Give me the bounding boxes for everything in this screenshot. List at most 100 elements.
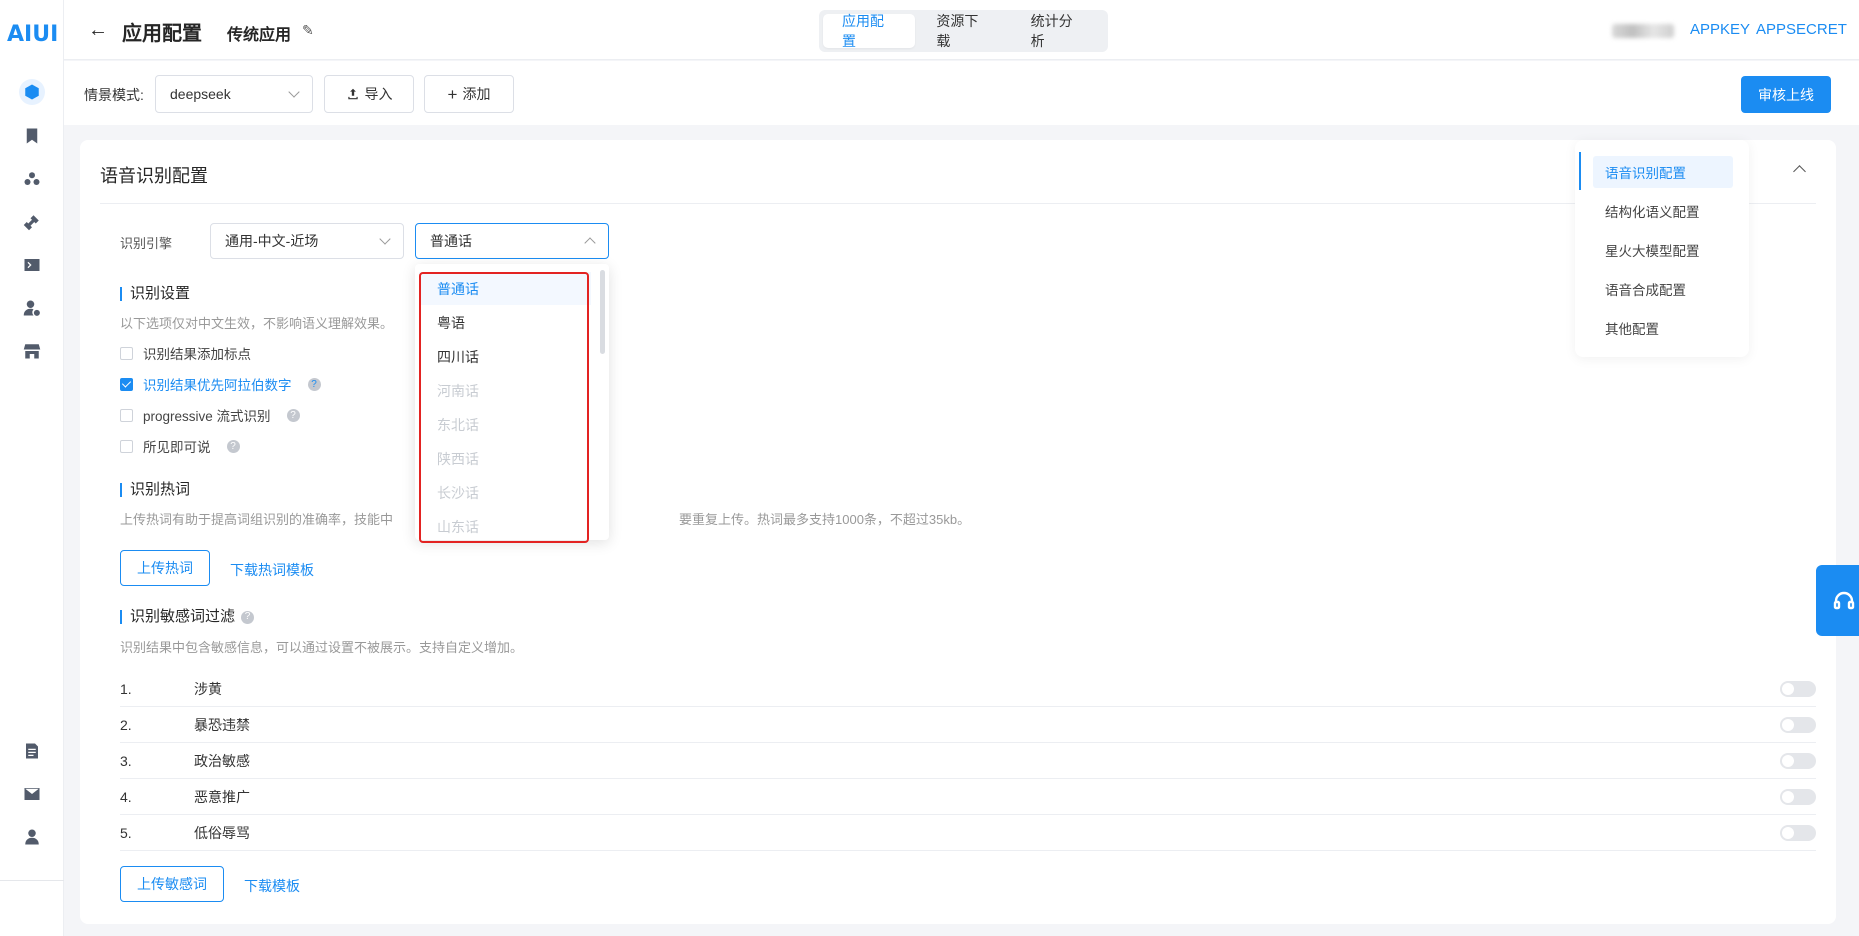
upload-icon <box>347 88 358 100</box>
sensitive-title: 识别敏感词过滤 ? <box>120 608 255 625</box>
import-button[interactable]: 导入 <box>324 75 414 113</box>
download-hotword-template-link[interactable]: 下载热词模板 <box>230 560 314 580</box>
row-number: 5. <box>120 824 132 841</box>
recognition-settings-title: 识别设置 <box>120 286 190 301</box>
dropdown-scrollbar[interactable] <box>600 270 605 354</box>
sensitive-row-porn: 1. 涉黄 <box>120 671 1816 707</box>
nav-plugin-icon[interactable] <box>19 209 45 235</box>
toggle-switch[interactable] <box>1780 717 1816 733</box>
nav-terminal-icon[interactable] <box>19 252 45 278</box>
nav-bookmark-icon[interactable] <box>19 123 45 149</box>
top-tabs: 应用配置 资源下载 统计分析 <box>819 10 1108 52</box>
dialect-option-changsha: 长沙话 <box>437 484 479 501</box>
checkbox[interactable] <box>120 439 133 453</box>
app-name: 传统应用 <box>227 27 292 44</box>
appkey-link[interactable]: APPKEY <box>1690 21 1750 38</box>
option-what-you-see[interactable]: 所见即可说 ? <box>120 436 240 456</box>
nav-store-icon[interactable] <box>19 338 45 364</box>
card-divider <box>100 203 1816 204</box>
engine-select-value: 通用-中文-近场 <box>225 233 319 249</box>
add-button[interactable]: + 添加 <box>424 75 514 113</box>
anchor-tts-config[interactable]: 语音合成配置 <box>1593 273 1733 305</box>
upload-hotwords-button[interactable]: 上传热词 <box>120 550 210 586</box>
aiui-logo: AIUI <box>7 22 59 47</box>
edit-pencil-icon[interactable]: ✎ <box>302 22 314 39</box>
row-label: 政治敏感 <box>194 752 250 769</box>
appsecret-link[interactable]: APPSECRET <box>1756 21 1847 38</box>
sensitive-row-spam: 4. 恶意推广 <box>120 779 1816 815</box>
checkbox-checked[interactable] <box>120 377 133 391</box>
nav-mail-icon[interactable] <box>19 781 45 807</box>
toggle-switch[interactable] <box>1780 825 1816 841</box>
dialect-option-sichuan[interactable]: 四川话 <box>419 340 591 373</box>
customer-service-float-button[interactable] <box>1816 565 1859 636</box>
tab-app-config[interactable]: 应用配置 <box>823 13 916 49</box>
help-question-icon[interactable]: ? <box>226 439 240 453</box>
toggle-switch[interactable] <box>1780 789 1816 805</box>
option-arabic-numerals[interactable]: 识别结果优先阿拉伯数字 ? <box>120 374 321 394</box>
anchor-semantic-config[interactable]: 结构化语义配置 <box>1593 195 1733 227</box>
checkbox[interactable] <box>120 408 133 422</box>
headset-icon <box>1833 591 1855 609</box>
nav-document-icon[interactable] <box>19 738 45 764</box>
hotwords-title: 识别热词 <box>120 482 190 497</box>
add-label: 添加 <box>462 86 491 102</box>
scene-select[interactable]: deepseek <box>155 75 313 113</box>
dialect-option-shandong: 山东话 <box>437 518 479 535</box>
row-number: 4. <box>120 788 132 805</box>
asr-config-card: 语音识别配置 识别引擎 通用-中文-近场 普通话 识别设置 以下选项仅对中文生效… <box>80 140 1836 924</box>
anchor-other-config[interactable]: 其他配置 <box>1593 312 1733 344</box>
publish-button[interactable]: 审核上线 <box>1741 76 1831 113</box>
dialect-dropdown: 普通话 粤语 四川话 河南话 东北话 陕西话 长沙话 山东话 <box>415 264 609 540</box>
hotwords-desc-right: 要重复上传。热词最多支持1000条，不超过35kb。 <box>679 512 971 527</box>
tab-resource-download[interactable]: 资源下载 <box>917 13 1009 49</box>
sensitive-desc: 识别结果中包含敏感信息，可以通过设置不被展示。支持自定义增加。 <box>120 640 524 655</box>
nav-app-cube-icon[interactable] <box>19 79 45 105</box>
nav-user-settings-icon[interactable] <box>19 295 45 321</box>
download-sensitive-template-link[interactable]: 下载模板 <box>244 876 300 896</box>
dialect-option-mandarin[interactable]: 普通话 <box>419 272 591 305</box>
row-label: 低俗辱骂 <box>194 824 250 841</box>
engine-label: 识别引擎 <box>120 236 173 251</box>
row-number: 2. <box>120 716 132 733</box>
engine-select[interactable]: 通用-中文-近场 <box>210 223 404 259</box>
section-anchor-nav: 语音识别配置 结构化语义配置 星火大模型配置 语音合成配置 其他配置 <box>1575 140 1749 357</box>
chevron-down-icon <box>379 233 391 245</box>
scene-select-value: deepseek <box>170 86 231 102</box>
help-question-icon[interactable]: ? <box>286 408 300 422</box>
anchor-asr-config[interactable]: 语音识别配置 <box>1593 156 1733 188</box>
collapse-chevron-icon[interactable] <box>1793 165 1806 178</box>
help-question-icon[interactable]: ? <box>241 610 255 624</box>
sensitive-row-terror: 2. 暴恐违禁 <box>120 707 1816 743</box>
nav-skills-icon[interactable] <box>19 166 45 192</box>
sensitive-title-text: 识别敏感词过滤 <box>130 608 236 625</box>
row-label: 恶意推广 <box>194 788 250 805</box>
nav-profile-icon[interactable] <box>19 824 45 850</box>
page-title: 应用配置 <box>122 23 202 45</box>
tab-statistics[interactable]: 统计分析 <box>1012 13 1104 49</box>
hotwords-desc-left: 上传热词有助于提高词组识别的准确率，技能中 <box>120 512 394 527</box>
anchor-spark-llm-config[interactable]: 星火大模型配置 <box>1593 234 1733 266</box>
back-arrow-icon[interactable]: ← <box>88 19 108 42</box>
row-number: 3. <box>120 752 132 769</box>
import-label: 导入 <box>364 86 393 102</box>
card-title: 语音识别配置 <box>100 166 208 186</box>
scene-toolbar: 情景模式: deepseek 导入 + 添加 审核上线 <box>64 61 1859 125</box>
plus-icon: + <box>447 84 458 104</box>
dialect-option-henan: 河南话 <box>437 382 479 399</box>
option-progressive-streaming[interactable]: progressive 流式识别 ? <box>120 405 300 425</box>
dialect-select[interactable]: 普通话 <box>415 223 609 259</box>
help-question-icon[interactable]: ? <box>307 377 321 391</box>
rail-divider <box>0 880 64 881</box>
toggle-switch[interactable] <box>1780 681 1816 697</box>
dialect-option-dongbei: 东北话 <box>437 416 479 433</box>
row-label: 暴恐违禁 <box>194 716 250 733</box>
toggle-switch[interactable] <box>1780 753 1816 769</box>
chevron-down-icon <box>288 86 300 98</box>
checkbox[interactable] <box>120 346 133 360</box>
option-label: 识别结果添加标点 <box>143 347 251 362</box>
dialect-option-cantonese[interactable]: 粤语 <box>419 306 591 339</box>
dialect-option-shaanxi: 陕西话 <box>437 450 479 467</box>
upload-sensitive-button[interactable]: 上传敏感词 <box>120 866 224 902</box>
option-add-punctuation[interactable]: 识别结果添加标点 <box>120 343 251 363</box>
